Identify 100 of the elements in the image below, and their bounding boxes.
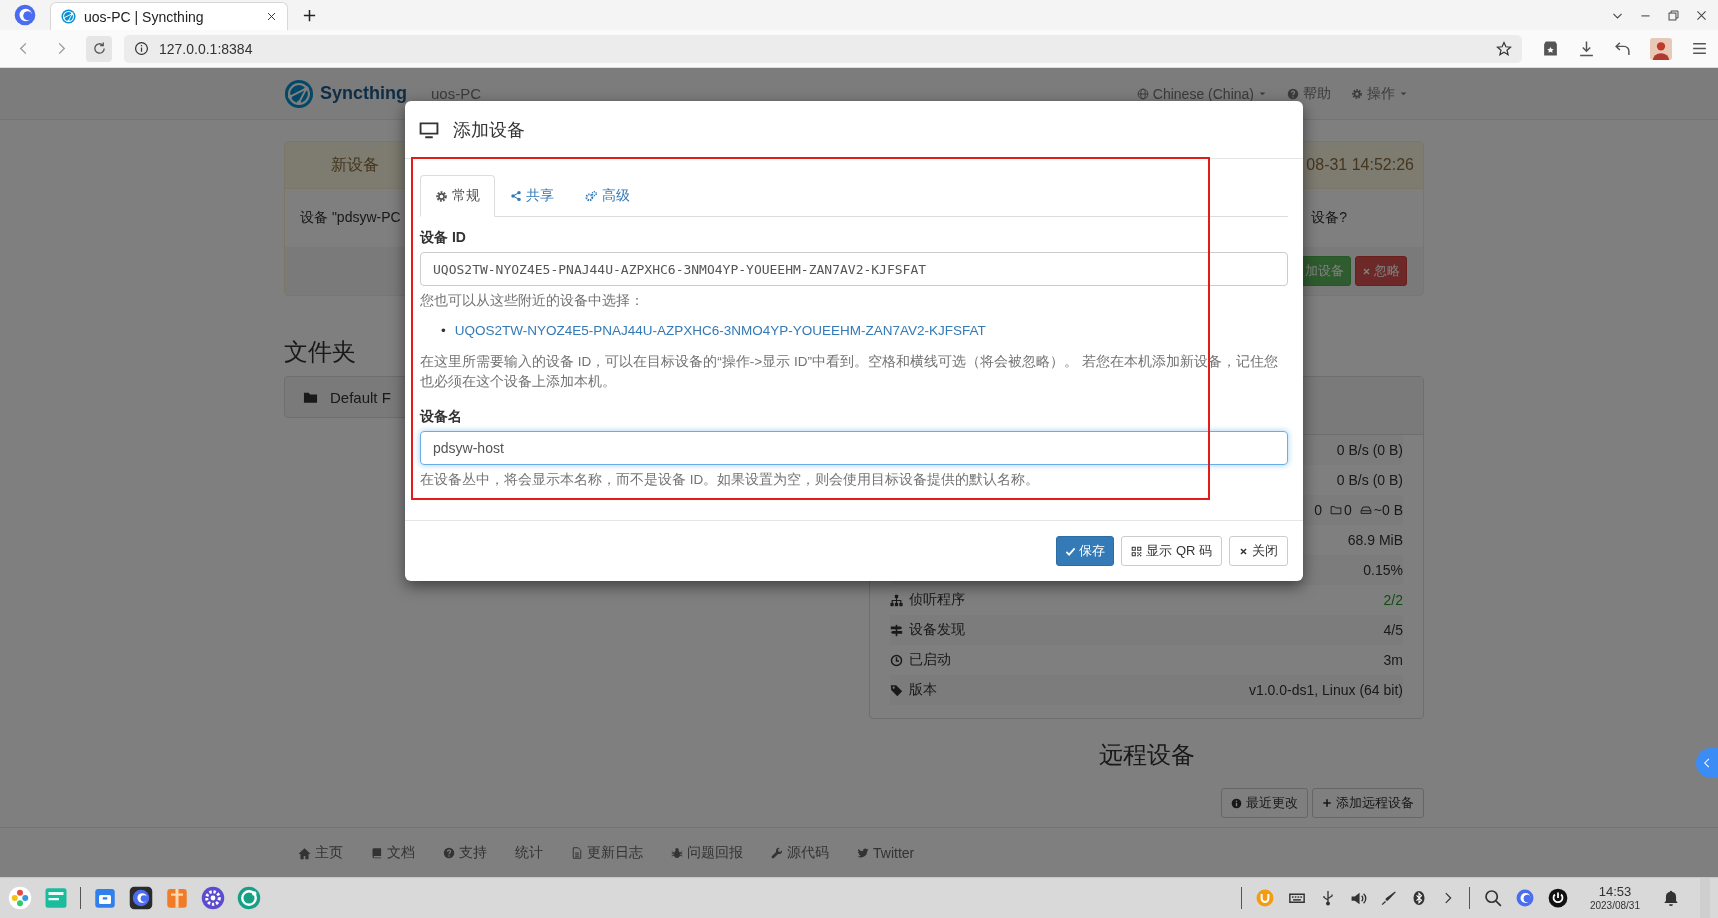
stat-value: 3m [1383,652,1403,668]
footer-link[interactable]: 主页 [298,844,343,862]
brand-name: Syncthing [320,83,407,104]
drive-icon [1359,504,1372,516]
stat-label: 侦听程序 [909,591,965,609]
panel-message: 设备 "pdsyw-PC [300,209,401,227]
question-icon [443,847,455,859]
footer-link[interactable]: 源代码 [771,844,829,862]
device-name-field[interactable]: pdsyw-host [420,431,1288,465]
recent-changes-button[interactable]: 最近更改 [1221,788,1308,818]
globe-icon [1136,87,1149,100]
close-icon[interactable] [1695,8,1708,22]
clock[interactable]: 14:53 2023/08/31 [1589,885,1640,911]
browser-logo-icon[interactable] [14,4,36,26]
caret-icon [1258,89,1267,98]
help-text: 您也可以从这些附近的设备中选择： [420,292,645,310]
show-qr-button[interactable]: 显示 QR 码 [1121,536,1222,566]
side-panel-handle[interactable] [1696,748,1718,778]
bell-icon[interactable] [1662,889,1680,907]
launcher-icon[interactable] [8,886,32,910]
field-label: 设备 ID [420,229,467,245]
bullet: • [441,322,446,340]
nav-menu[interactable]: 操作 [1351,84,1408,103]
browser-tab[interactable]: uos-PC | Syncthing [50,2,288,30]
footer-link[interactable]: 更新日志 [571,844,643,862]
power-icon[interactable] [1547,888,1568,908]
new-tab-icon[interactable] [302,7,317,23]
store-icon[interactable] [93,886,117,910]
address-bar[interactable]: 127.0.0.1:8384 [124,34,1522,63]
device-name: uos-PC [431,85,482,102]
home-icon [298,846,311,860]
qr-code-icon [1131,545,1143,557]
footer-link[interactable]: 问题回报 [671,844,743,862]
settings-icon[interactable] [201,886,225,910]
store-icon[interactable] [1542,40,1559,57]
gear-icon [435,189,448,203]
stat-label: 设备发现 [909,621,965,639]
restore-icon[interactable] [1667,8,1680,22]
info-icon [134,41,149,56]
browser-icon[interactable] [129,886,153,910]
add-remote-device-button[interactable]: 添加远程设备 [1312,788,1424,818]
star-icon[interactable] [1496,40,1512,57]
file-icon [571,847,583,859]
ignore-button[interactable]: 忽略 [1355,256,1407,286]
search-icon[interactable] [1483,889,1502,907]
folder-icon [1330,504,1342,516]
close-icon[interactable] [266,11,277,22]
stat-value: 68.9 MiB [1347,532,1403,548]
section-heading: 远程设备 [1098,740,1195,770]
nearby-device-link[interactable]: UQOS2TW-NYOZ4E5-PNAJ44U-AZPXHC6-3NMO4YP-YOUEEHM-ZAN7AV2-KJFSFAT [454,321,986,341]
panel-title: 新设备 [331,154,379,175]
save-button[interactable]: 保存 [1056,536,1115,566]
panel-message: 设备? [1311,209,1347,227]
section-heading: 文件夹 [284,337,356,367]
nav-menu[interactable]: 帮助 [1287,84,1331,103]
menu-icon[interactable] [1691,40,1708,57]
download-icon[interactable] [1578,40,1595,57]
dialog-tab[interactable]: 高级 [569,175,645,217]
stat-value: 2/2 [1383,592,1403,608]
reload-icon[interactable] [91,41,107,56]
field-label: 设备名 [420,408,463,424]
dialog-tab[interactable]: 常规 [420,175,495,217]
dialog-title: 添加设备 [453,118,525,142]
footer-link[interactable]: 支持 [443,844,487,862]
nav-menu[interactable]: Chinese (China) [1136,84,1267,103]
footer-link[interactable]: 统计 [515,844,543,862]
stat-value: 0 [1314,502,1322,518]
clock-icon [890,653,903,667]
gear-icon [1351,87,1363,100]
avatar-icon[interactable] [1650,37,1672,60]
caret-icon [1399,89,1408,98]
syncthing-logo-icon [284,78,314,109]
info-icon [1231,797,1242,809]
bug-icon [671,847,683,859]
bird-icon [857,847,869,859]
help-text: 在这里所需要输入的设备 ID，可以在目标设备的“操作->显示 ID”中看到。空格和横线可选（将会被忽略）。 若您在本机添加新设备，记住您也必须在这个设备上添加本机。 [420,353,1279,391]
stat-value: 0 B/s (0 B) [1336,442,1403,458]
sync-icon[interactable] [237,886,261,910]
close-button[interactable]: 关闭 [1229,536,1288,566]
gears-icon [584,189,598,203]
footer-link[interactable]: Twitter [857,845,915,861]
syncthing-logo-icon [61,9,76,24]
stat-value: v1.0.0-ds1, Linux (64 bit) [1248,682,1403,698]
footer-link[interactable]: 文档 [371,844,415,862]
stat-value: 0 B/s (0 B) [1336,472,1403,488]
stat-value: 4/5 [1383,622,1403,638]
dialog-tab[interactable]: 共享 [495,175,569,217]
timestamp: 08-31 14:52:26 [1306,156,1414,174]
stat-label: 版本 [909,681,937,699]
device-id-field[interactable]: UQOS2TW-NYOZ4E5-PNAJ44U-AZPXHC6-3NMO4YP-YOUEEHM-ZAN7AV2-KJFSFAT [420,252,1288,286]
stat-value: ~0 B [1373,502,1403,518]
signpost-icon [890,623,903,637]
check-icon [1065,545,1077,557]
undo-icon[interactable] [1614,40,1631,57]
share-icon [510,190,522,202]
stat-value: 0.15% [1363,562,1403,578]
sitemap-icon [890,593,903,607]
question-icon [1287,87,1299,100]
close-icon [1239,546,1248,556]
pen-icon[interactable] [1380,890,1397,906]
